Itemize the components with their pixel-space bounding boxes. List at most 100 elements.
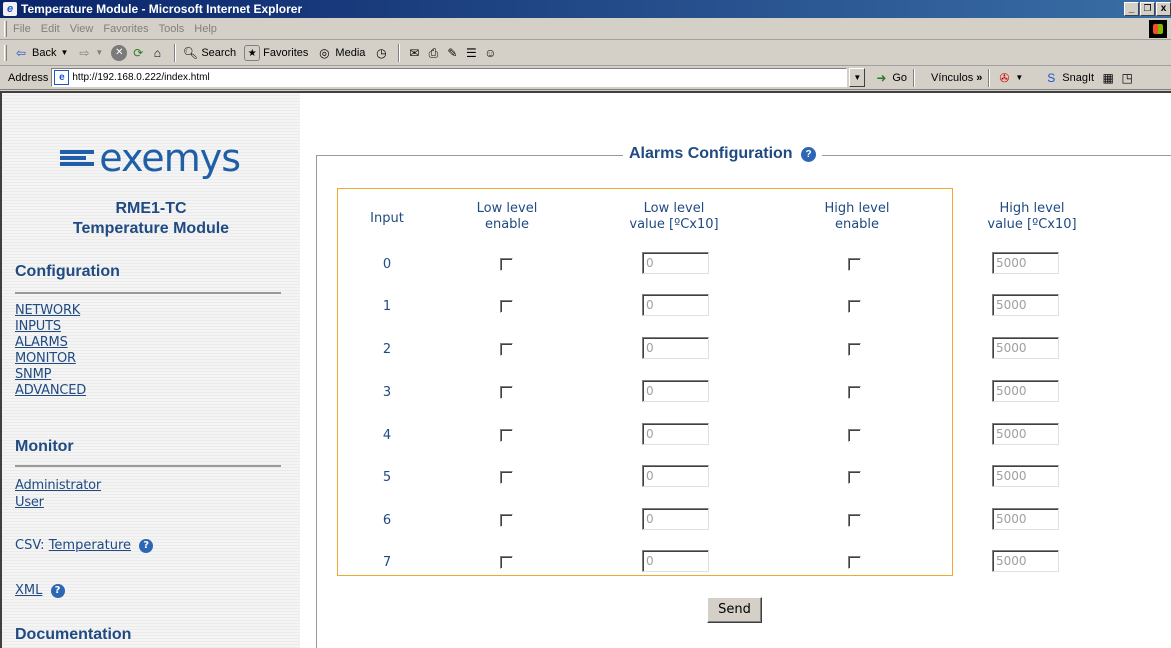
row-input-label: 5 xyxy=(382,470,392,485)
low-value-input[interactable]: 0 xyxy=(642,508,709,530)
high-value-input[interactable]: 5000 xyxy=(992,380,1059,402)
nav-administrator[interactable]: Administrator xyxy=(15,478,101,493)
low-value-input[interactable]: 0 xyxy=(642,294,709,316)
favorites-label: Favorites xyxy=(263,46,309,59)
csv-help-icon[interactable]: ? xyxy=(139,539,154,553)
csv-temperature-link[interactable]: Temperature xyxy=(49,538,131,553)
restore-button[interactable]: ❐ xyxy=(1140,2,1155,16)
home-icon[interactable]: ⌂ xyxy=(149,45,165,61)
csv-row: CSV: Temperature ? xyxy=(15,538,154,553)
address-label: Address xyxy=(8,71,49,84)
media-button[interactable]: ◎ Media xyxy=(316,45,365,61)
favorites-button[interactable]: ★ Favorites xyxy=(244,44,309,61)
xml-link[interactable]: XML xyxy=(15,583,42,598)
xml-row: XML ? xyxy=(15,583,65,598)
forward-dropdown-icon: ▼ xyxy=(95,48,104,57)
high-enable-checkbox[interactable] xyxy=(848,429,861,442)
header-high-value-line2: value [ºCx10] xyxy=(987,217,1077,232)
edit-icon[interactable]: ✎ xyxy=(444,45,460,61)
configuration-divider xyxy=(15,292,281,294)
toolbar-separator xyxy=(398,43,401,62)
menu-tools[interactable]: Tools xyxy=(159,23,185,35)
mail-icon[interactable]: ✉ xyxy=(406,45,422,61)
high-enable-checkbox[interactable] xyxy=(848,343,861,356)
low-enable-checkbox[interactable] xyxy=(500,258,513,271)
address-dropdown-button[interactable]: ▼ xyxy=(849,68,866,87)
high-enable-checkbox[interactable] xyxy=(848,386,861,399)
links-button[interactable]: Vínculos » xyxy=(931,72,982,84)
address-input[interactable]: e http://192.168.0.222/index.html xyxy=(51,68,848,87)
low-value-input[interactable]: 0 xyxy=(642,252,709,274)
low-enable-checkbox[interactable] xyxy=(500,386,513,399)
alarms-configuration-title: Alarms Configuration xyxy=(629,145,793,162)
nav-monitor[interactable]: MONITOR xyxy=(15,351,76,366)
minimize-button[interactable]: _ xyxy=(1124,2,1139,16)
menu-edit[interactable]: Edit xyxy=(41,23,60,35)
row-input-label: 6 xyxy=(382,513,392,528)
low-enable-checkbox[interactable] xyxy=(500,471,513,484)
low-enable-checkbox[interactable] xyxy=(500,429,513,442)
close-button[interactable]: x xyxy=(1156,2,1171,16)
high-enable-checkbox[interactable] xyxy=(848,258,861,271)
low-value-input[interactable]: 0 xyxy=(642,337,709,359)
menu-file[interactable]: File xyxy=(13,23,31,35)
nav-advanced[interactable]: ADVANCED xyxy=(15,383,86,398)
high-value-input[interactable]: 5000 xyxy=(992,465,1059,487)
xml-help-icon[interactable]: ? xyxy=(50,584,65,598)
header-high-enable: High level enable xyxy=(797,201,917,233)
back-label: Back xyxy=(32,46,57,59)
forward-button[interactable]: ⇨ ▼ xyxy=(76,45,103,61)
row-input-label: 2 xyxy=(382,342,392,357)
history-icon[interactable]: ◷ xyxy=(373,45,389,61)
row-input-label: 4 xyxy=(382,428,392,443)
capture-region-icon[interactable]: ◳ xyxy=(1119,70,1135,86)
low-value-input[interactable]: 0 xyxy=(642,465,709,487)
refresh-icon[interactable]: ⟳ xyxy=(130,45,146,61)
nav-alarms[interactable]: ALARMS xyxy=(15,335,68,350)
low-enable-checkbox[interactable] xyxy=(500,300,513,313)
device-subtitle: Temperature Module xyxy=(72,220,230,237)
high-enable-checkbox[interactable] xyxy=(848,556,861,569)
low-value-input[interactable]: 0 xyxy=(642,550,709,572)
send-button[interactable]: Send xyxy=(707,597,762,623)
snagit-button[interactable]: S SnagIt xyxy=(1043,70,1094,86)
nav-user[interactable]: User xyxy=(15,495,44,510)
print-icon[interactable]: ⎙ xyxy=(425,45,441,61)
high-value-input[interactable]: 5000 xyxy=(992,252,1059,274)
alarms-help-icon[interactable]: ? xyxy=(801,147,817,162)
menu-grip xyxy=(4,20,7,37)
back-button[interactable]: ⇦ Back ▼ xyxy=(13,45,68,61)
menu-favorites[interactable]: Favorites xyxy=(103,23,148,35)
capture-window-icon[interactable]: ▦ xyxy=(1100,70,1116,86)
high-value-input[interactable]: 5000 xyxy=(992,508,1059,530)
row-input-label: 1 xyxy=(382,299,392,314)
menu-help[interactable]: Help xyxy=(194,23,217,35)
stop-icon[interactable]: ✕ xyxy=(111,44,128,61)
low-enable-checkbox[interactable] xyxy=(500,514,513,527)
snagit-label: SnagIt xyxy=(1062,71,1095,84)
high-value-input[interactable]: 5000 xyxy=(992,423,1059,445)
acrobat-icon[interactable]: ✇ xyxy=(996,70,1012,86)
acrobat-dropdown-icon[interactable]: ▼ xyxy=(1015,73,1023,82)
nav-network[interactable]: NETWORK xyxy=(15,303,80,318)
high-enable-checkbox[interactable] xyxy=(848,471,861,484)
high-value-input[interactable]: 5000 xyxy=(992,337,1059,359)
toolbar-separator xyxy=(988,68,991,87)
monitor-title: Monitor xyxy=(15,438,74,455)
high-value-input[interactable]: 5000 xyxy=(992,294,1059,316)
menu-view[interactable]: View xyxy=(70,23,94,35)
discuss-icon[interactable]: ☰ xyxy=(463,45,479,61)
messenger-icon[interactable]: ☺ xyxy=(482,45,498,61)
low-value-input[interactable]: 0 xyxy=(642,423,709,445)
low-enable-checkbox[interactable] xyxy=(500,343,513,356)
low-enable-checkbox[interactable] xyxy=(500,556,513,569)
high-enable-checkbox[interactable] xyxy=(848,514,861,527)
nav-snmp[interactable]: SNMP xyxy=(15,367,51,382)
low-value-input[interactable]: 0 xyxy=(642,380,709,402)
search-button[interactable]: 🔍︎ Search xyxy=(182,45,236,61)
csv-label: CSV: xyxy=(15,538,45,553)
nav-inputs[interactable]: INPUTS xyxy=(15,319,61,334)
go-button[interactable]: ➜ Go xyxy=(873,70,907,86)
high-enable-checkbox[interactable] xyxy=(848,300,861,313)
high-value-input[interactable]: 5000 xyxy=(992,550,1059,572)
